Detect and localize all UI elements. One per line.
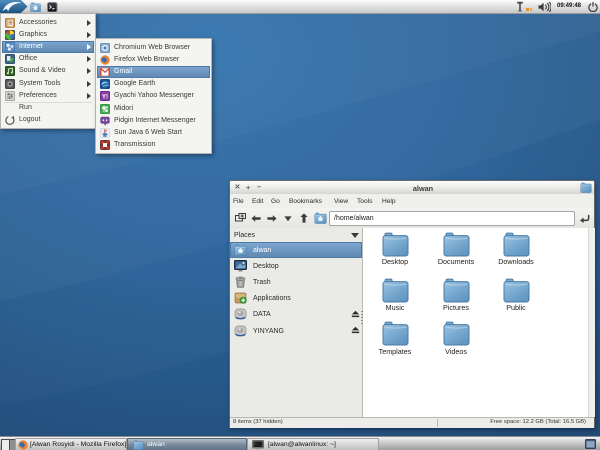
svg-text:Y!: Y! [102,95,108,101]
